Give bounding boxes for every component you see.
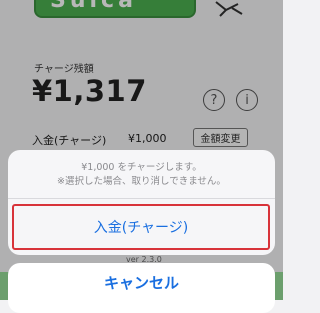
cancel-button[interactable]: キャンセル	[8, 263, 275, 313]
message-line: ※選択した場合、取り消しできません。	[57, 176, 226, 187]
charge-confirm-button[interactable]: 入金(チャージ)	[12, 204, 270, 250]
message-line: ¥1,000 をチャージします。	[81, 162, 202, 173]
action-sheet-message: ¥1,000 をチャージします。 ※選択した場合、取り消しできません。	[8, 150, 275, 199]
background-edge	[275, 272, 283, 300]
action-sheet: ¥1,000 をチャージします。 ※選択した場合、取り消しできません。 入金(チ…	[8, 150, 275, 255]
